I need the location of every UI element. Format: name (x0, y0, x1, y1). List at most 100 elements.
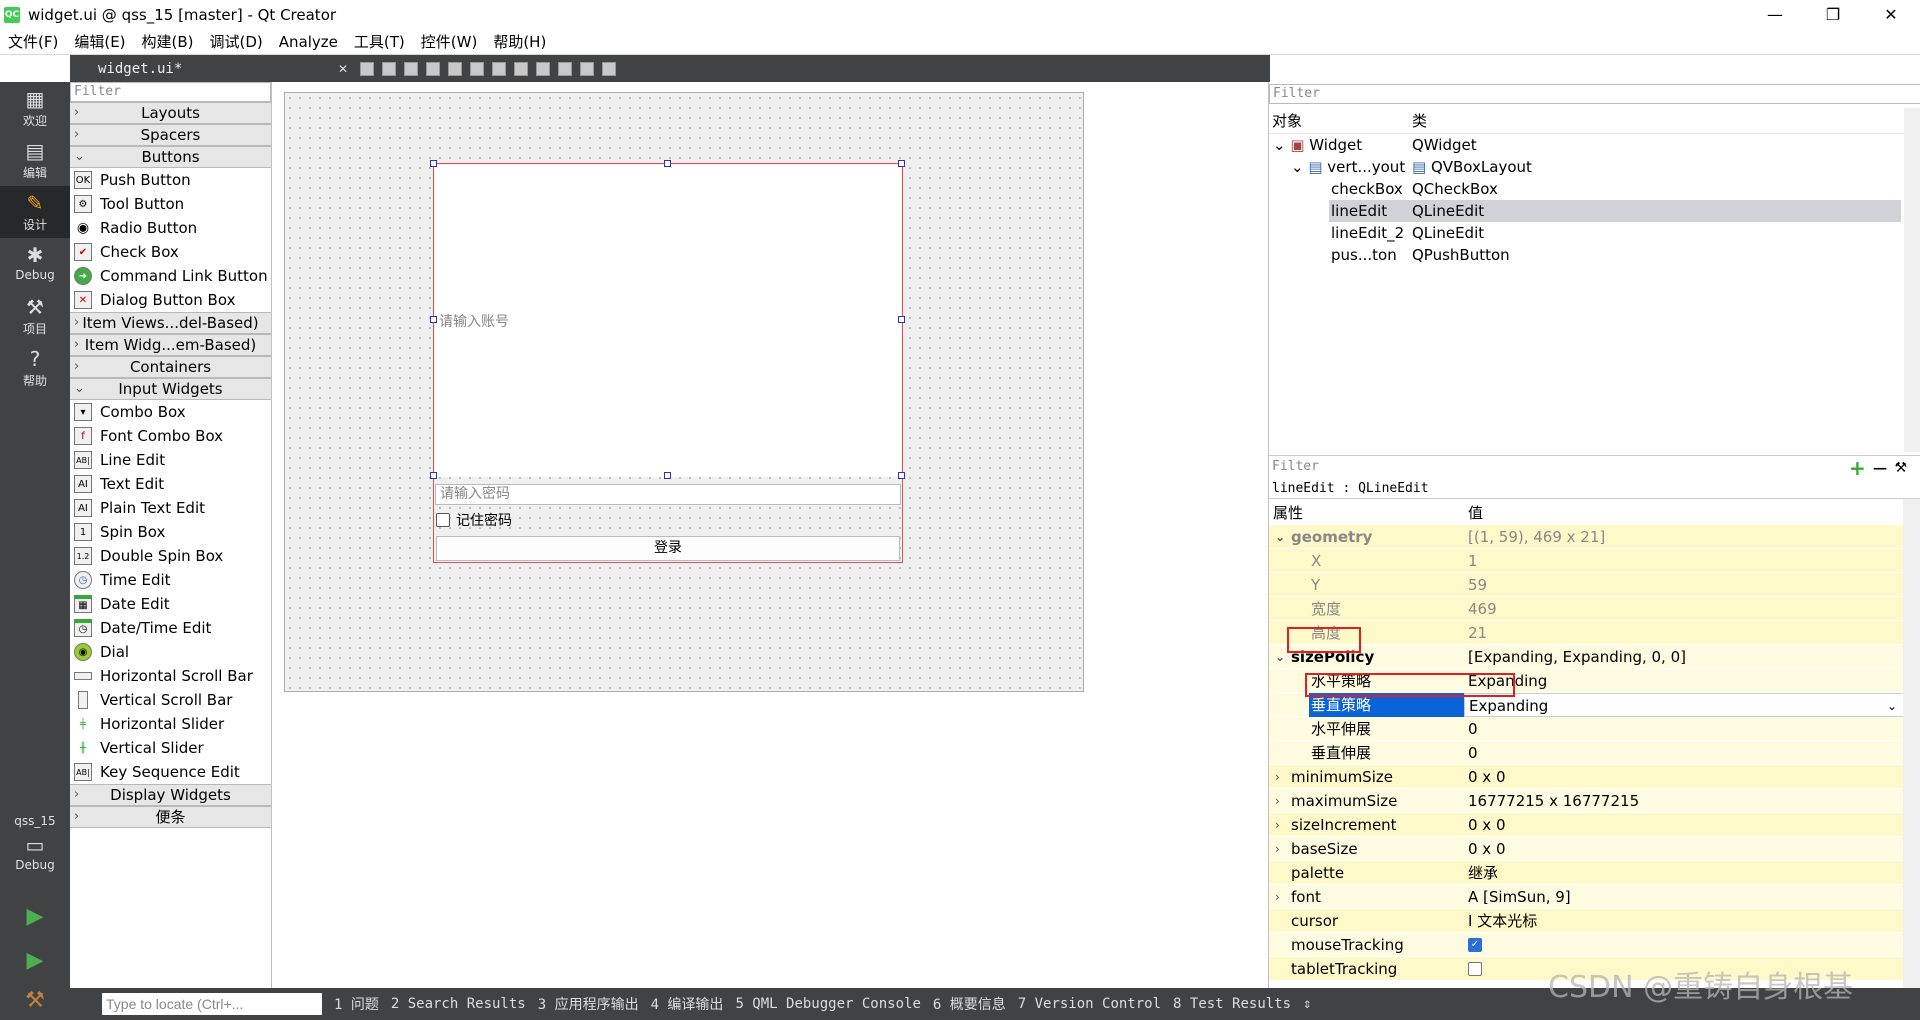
property-row[interactable]: palette 继承 (1269, 861, 1904, 885)
object-row-selected[interactable]: lineEdit QLineEdit (1329, 200, 1901, 222)
widget-item[interactable]: ✔ Check Box (70, 240, 271, 264)
widget-item[interactable]: Vertical Scroll Bar (70, 688, 271, 712)
adjust-size-icon[interactable] (602, 61, 617, 76)
debug-run-icon[interactable]: ▶ (0, 940, 70, 980)
property-row[interactable]: X1 (1269, 549, 1904, 573)
close-document-icon[interactable]: ✕ (338, 62, 348, 76)
layout-form-icon[interactable] (558, 61, 573, 76)
tablet-tracking-checkbox[interactable] (1468, 962, 1482, 976)
widget-item[interactable]: ◉ Radio Button (70, 216, 271, 240)
edit-buddies-icon[interactable] (404, 61, 419, 76)
edit-signals-icon[interactable] (382, 61, 397, 76)
category-layouts[interactable]: › Layouts (70, 102, 271, 124)
layout-horizontal-icon[interactable] (448, 61, 463, 76)
vertical-policy-combo[interactable]: Expanding (1469, 697, 1548, 715)
widget-item[interactable]: ◷ Date/Time Edit (70, 616, 271, 640)
menu-controls[interactable]: 控件(W) (413, 31, 486, 52)
layout-vertical-icon[interactable] (470, 61, 485, 76)
build-hammer-icon[interactable]: ⚒ (0, 980, 70, 1020)
property-row[interactable]: › font A [SimSun, 9] (1269, 885, 1904, 909)
login-button[interactable]: 登录 (436, 536, 900, 561)
menu-debug[interactable]: 调试(D) (202, 31, 271, 52)
category-item-views[interactable]: › Item Views...del-Based) (70, 312, 271, 334)
output-tab-compile[interactable]: 4 编译输出 (651, 994, 724, 1014)
widget-item[interactable]: ▦ Date Edit (70, 592, 271, 616)
object-filter-input[interactable]: Filter (1269, 84, 1920, 104)
menu-help[interactable]: 帮助(H) (485, 31, 554, 52)
property-filter-input[interactable]: Filter (1269, 457, 1845, 478)
object-row[interactable]: pus...ton QPushButton (1269, 244, 1920, 266)
remember-checkbox[interactable]: 记住密码 (436, 510, 512, 530)
menu-file[interactable]: 文件(F) (0, 31, 66, 52)
chevron-down-icon[interactable]: ⌄ (1887, 694, 1897, 716)
form-widget[interactable]: 请输入账号 请输入密码 记住密码 登录 (284, 92, 1084, 692)
output-tab-qml-console[interactable]: 5 QML Debugger Console (735, 996, 920, 1012)
editor-tab[interactable]: widget.ui* (98, 61, 338, 77)
property-row[interactable]: › maximumSize 16777215 x 16777215 (1269, 789, 1904, 813)
property-row-sizepolicy[interactable]: ⌄ sizePolicy [Expanding, Expanding, 0, 0] (1269, 645, 1904, 669)
output-tab-tests[interactable]: 8 Test Results (1173, 996, 1291, 1012)
locate-input[interactable]: Type to locate (Ctrl+... (102, 993, 322, 1015)
menu-tools[interactable]: 工具(T) (346, 31, 413, 52)
widget-item[interactable]: ╫ Vertical Slider (70, 736, 271, 760)
resize-handle[interactable] (430, 472, 437, 479)
widget-item[interactable]: AI Plain Text Edit (70, 496, 271, 520)
minimize-button[interactable]: — (1746, 0, 1804, 29)
mode-edit[interactable]: ▤ 编辑 (0, 134, 70, 186)
widget-item[interactable]: ✕ Dialog Button Box (70, 288, 271, 312)
category-containers[interactable]: › Containers (70, 356, 271, 378)
layout-splitter-h-icon[interactable] (492, 61, 507, 76)
resize-handle[interactable] (664, 472, 671, 479)
vertical-layout[interactable]: 请输入账号 请输入密码 记住密码 登录 (430, 160, 905, 563)
output-tab-search[interactable]: 2 Search Results (391, 996, 526, 1012)
widget-item[interactable]: AB| Key Sequence Edit (70, 760, 271, 784)
resize-handle[interactable] (898, 316, 905, 323)
property-row[interactable]: mouseTracking ✓ (1269, 933, 1904, 957)
category-item-widgets[interactable]: › Item Widg...em-Based) (70, 334, 271, 356)
kit-selector[interactable]: qss_15 ▭ Debug (0, 808, 70, 888)
property-row[interactable]: 水平伸展 0 (1269, 717, 1904, 741)
property-row[interactable]: 宽度 469 (1269, 597, 1904, 621)
restore-button[interactable]: ❐ (1804, 0, 1862, 29)
mode-design[interactable]: ✎ 设计 (0, 186, 70, 238)
chevron-updown-icon[interactable]: ⇕ (1303, 996, 1311, 1012)
output-tab-general[interactable]: 6 概要信息 (933, 994, 1006, 1014)
resize-handle[interactable] (898, 472, 905, 479)
widget-item[interactable]: AI Text Edit (70, 472, 271, 496)
widget-item[interactable]: Horizontal Scroll Bar (70, 664, 271, 688)
property-scrollbar[interactable] (1903, 499, 1920, 988)
category-input-widgets[interactable]: ⌄ Input Widgets (70, 378, 271, 400)
widget-item[interactable]: f Font Combo Box (70, 424, 271, 448)
run-icon[interactable]: ▶ (0, 896, 70, 936)
category-spacers[interactable]: › Spacers (70, 124, 271, 146)
object-scrollbar[interactable] (1904, 108, 1920, 452)
account-line-edit[interactable]: 请输入账号 (435, 165, 901, 477)
widget-item[interactable]: ◉ Dial (70, 640, 271, 664)
edit-tab-order-icon[interactable] (426, 61, 441, 76)
category-buttons[interactable]: ⌄ Buttons (70, 146, 271, 168)
widget-item[interactable]: ◷ Time Edit (70, 568, 271, 592)
object-row[interactable]: lineEdit_2 QLineEdit (1269, 222, 1920, 244)
widget-item[interactable]: AB| Line Edit (70, 448, 271, 472)
configure-wrench-icon[interactable]: ⚒ (1895, 460, 1908, 476)
mode-projects[interactable]: ⚒ 项目 (0, 290, 70, 342)
add-property-icon[interactable]: + (1849, 456, 1866, 480)
object-row[interactable]: checkBox QCheckBox (1269, 178, 1920, 200)
break-layout-icon[interactable] (580, 61, 595, 76)
widget-item[interactable]: OK Push Button (70, 168, 271, 192)
menu-build[interactable]: 构建(B) (134, 31, 202, 52)
output-tab-vcs[interactable]: 7 Version Control (1018, 996, 1161, 1012)
property-row[interactable]: › minimumSize 0 x 0 (1269, 765, 1904, 789)
resize-handle[interactable] (430, 160, 437, 167)
mouse-tracking-checkbox[interactable]: ✓ (1468, 938, 1482, 952)
menu-analyze[interactable]: Analyze (271, 33, 346, 51)
edit-widgets-icon[interactable] (360, 61, 375, 76)
menu-edit[interactable]: 编辑(E) (66, 31, 133, 52)
layout-splitter-v-icon[interactable] (514, 61, 529, 76)
property-row[interactable]: ⌄ geometry [(1, 59), 469 x 21] (1269, 525, 1904, 549)
property-row[interactable]: 垂直伸展 0 (1269, 741, 1904, 765)
mode-welcome[interactable]: ▦ 欢迎 (0, 82, 70, 134)
category-display-widgets[interactable]: › Display Widgets (70, 784, 271, 806)
property-row[interactable]: cursor Ι 文本光标 (1269, 909, 1904, 933)
widgetbox-filter-input[interactable]: Filter (70, 82, 271, 102)
